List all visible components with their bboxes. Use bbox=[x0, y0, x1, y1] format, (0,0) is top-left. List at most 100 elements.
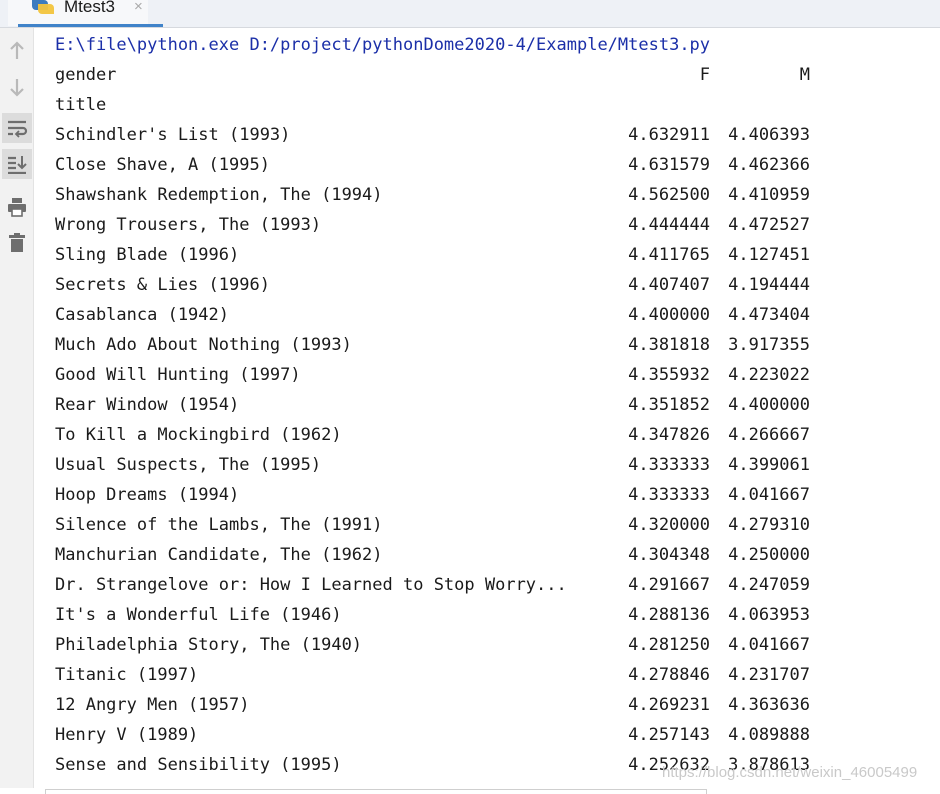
row-value-f: 4.333333 bbox=[628, 485, 710, 505]
active-tab-indicator bbox=[18, 24, 163, 27]
row-value-m: 4.266667 bbox=[728, 425, 810, 445]
row-title: Schindler's List (1993) bbox=[55, 125, 291, 145]
row-value-f: 4.400000 bbox=[628, 305, 710, 325]
up-arrow-icon[interactable] bbox=[2, 36, 32, 66]
row-title: Casablanca (1942) bbox=[55, 305, 229, 325]
row-title: Hoop Dreams (1994) bbox=[55, 485, 240, 505]
table-row: Good Will Hunting (1997) 4.355932 4.223022 bbox=[55, 360, 935, 390]
table-row: Titanic (1997) 4.278846 4.231707 bbox=[55, 660, 935, 690]
command-text: E:\file\python.exe D:/project/pythonDome… bbox=[55, 35, 711, 55]
table-row: Manchurian Candidate, The (1962) 4.304348… bbox=[55, 540, 935, 570]
table-row: Casablanca (1942) 4.400000 4.473404 bbox=[55, 300, 935, 330]
watermark: https://blog.csdn.net/weixin_46005499 bbox=[662, 764, 918, 781]
row-title: Shawshank Redemption, The (1994) bbox=[55, 185, 383, 205]
row-value-m: 4.089888 bbox=[728, 725, 810, 745]
row-value-f: 4.278846 bbox=[628, 665, 710, 685]
table-row: Philadelphia Story, The (1940) 4.281250 4.… bbox=[55, 630, 935, 660]
tab-mtest3[interactable]: Mtest3 × bbox=[8, 0, 163, 27]
row-value-f: 4.444444 bbox=[628, 215, 710, 235]
table-row: 12 Angry Men (1957) 4.269231 4.363636 bbox=[55, 690, 935, 720]
close-icon[interactable]: × bbox=[134, 0, 143, 15]
row-value-f: 4.632911 bbox=[628, 125, 710, 145]
row-title: Much Ado About Nothing (1993) bbox=[55, 335, 352, 355]
horizontal-scrollbar[interactable] bbox=[45, 789, 707, 794]
index-name-row: title bbox=[55, 90, 935, 120]
row-value-m: 4.406393 bbox=[728, 125, 810, 145]
row-value-m: 4.041667 bbox=[728, 485, 810, 505]
row-value-m: 4.194444 bbox=[728, 275, 810, 295]
scroll-to-end-icon[interactable] bbox=[2, 149, 32, 179]
row-title: Philadelphia Story, The (1940) bbox=[55, 635, 363, 655]
command-line: E:\file\python.exe D:/project/pythonDome… bbox=[55, 30, 935, 60]
row-title: Good Will Hunting (1997) bbox=[55, 365, 301, 385]
table-row: Dr. Strangelove or: How I Learned to Sto… bbox=[55, 570, 935, 600]
header-f: F bbox=[699, 65, 710, 85]
row-title: Sense and Sensibility (1995) bbox=[55, 755, 342, 775]
row-value-f: 4.304348 bbox=[628, 545, 710, 565]
row-value-m: 4.063953 bbox=[728, 605, 810, 625]
row-value-f: 4.269231 bbox=[628, 695, 710, 715]
row-value-f: 4.631579 bbox=[628, 155, 710, 175]
row-value-f: 4.291667 bbox=[628, 575, 710, 595]
table-row: Schindler's List (1993) 4.632911 4.406393 bbox=[55, 120, 935, 150]
soft-wrap-icon[interactable] bbox=[2, 113, 32, 143]
trash-icon[interactable] bbox=[2, 228, 32, 258]
row-value-m: 4.462366 bbox=[728, 155, 810, 175]
table-row: Silence of the Lambs, The (1991) 4.320000… bbox=[55, 510, 935, 540]
table-row: To Kill a Mockingbird (1962) 4.347826 4.26… bbox=[55, 420, 935, 450]
row-value-f: 4.257143 bbox=[628, 725, 710, 745]
row-title: Secrets & Lies (1996) bbox=[55, 275, 270, 295]
row-title: To Kill a Mockingbird (1962) bbox=[55, 425, 342, 445]
row-title: Wrong Trousers, The (1993) bbox=[55, 215, 322, 235]
row-title: Dr. Strangelove or: How I Learned to Sto… bbox=[55, 575, 567, 595]
run-toolbar bbox=[0, 28, 34, 788]
row-title: Titanic (1997) bbox=[55, 665, 199, 685]
console-output[interactable]: E:\file\python.exe D:/project/pythonDome… bbox=[55, 30, 935, 780]
row-value-f: 4.347826 bbox=[628, 425, 710, 445]
row-value-m: 4.247059 bbox=[728, 575, 810, 595]
row-title: Close Shave, A (1995) bbox=[55, 155, 270, 175]
table-row: Usual Suspects, The (1995) 4.333333 4.3990… bbox=[55, 450, 935, 480]
row-value-f: 4.281250 bbox=[628, 635, 710, 655]
row-value-m: 4.410959 bbox=[728, 185, 810, 205]
row-value-m: 4.279310 bbox=[728, 515, 810, 535]
row-value-f: 4.411765 bbox=[628, 245, 710, 265]
table-row: Henry V (1989) 4.257143 4.089888 bbox=[55, 720, 935, 750]
row-value-f: 4.562500 bbox=[628, 185, 710, 205]
tab-title: Mtest3 bbox=[64, 0, 116, 16]
row-title: It's a Wonderful Life (1946) bbox=[55, 605, 342, 625]
row-value-m: 4.399061 bbox=[728, 455, 810, 475]
row-value-m: 4.223022 bbox=[728, 365, 810, 385]
row-value-m: 4.041667 bbox=[728, 635, 810, 655]
table-row: Sling Blade (1996) 4.411765 4.127451 bbox=[55, 240, 935, 270]
table-rows: Schindler's List (1993) 4.632911 4.406393 C… bbox=[55, 120, 935, 780]
python-file-icon bbox=[28, 0, 54, 19]
row-title: Rear Window (1954) bbox=[55, 395, 240, 415]
row-value-m: 4.472527 bbox=[728, 215, 810, 235]
row-value-m: 4.250000 bbox=[728, 545, 810, 565]
row-value-m: 4.400000 bbox=[728, 395, 810, 415]
row-title: Sling Blade (1996) bbox=[55, 245, 240, 265]
row-value-f: 4.333333 bbox=[628, 455, 710, 475]
row-value-f: 4.407407 bbox=[628, 275, 710, 295]
row-title: Silence of the Lambs, The (1991) bbox=[55, 515, 383, 535]
tab-bar: Mtest3 × bbox=[0, 0, 940, 28]
row-value-m: 3.917355 bbox=[728, 335, 810, 355]
row-value-m: 4.231707 bbox=[728, 665, 810, 685]
row-title: 12 Angry Men (1957) bbox=[55, 695, 250, 715]
table-row: Wrong Trousers, The (1993) 4.444444 4.4725… bbox=[55, 210, 935, 240]
row-title: Henry V (1989) bbox=[55, 725, 199, 745]
print-icon[interactable] bbox=[2, 192, 32, 222]
row-value-m: 4.363636 bbox=[728, 695, 810, 715]
table-row: Secrets & Lies (1996) 4.407407 4.194444 bbox=[55, 270, 935, 300]
table-header: gender F M bbox=[55, 60, 935, 90]
down-arrow-icon[interactable] bbox=[2, 72, 32, 102]
row-value-f: 4.288136 bbox=[628, 605, 710, 625]
row-value-m: 4.127451 bbox=[728, 245, 810, 265]
row-title: Manchurian Candidate, The (1962) bbox=[55, 545, 383, 565]
row-value-f: 4.351852 bbox=[628, 395, 710, 415]
table-row: Much Ado About Nothing (1993) 4.381818 3.9… bbox=[55, 330, 935, 360]
index-name: title bbox=[55, 95, 107, 115]
header-m: M bbox=[799, 65, 810, 85]
row-value-f: 4.355932 bbox=[628, 365, 710, 385]
